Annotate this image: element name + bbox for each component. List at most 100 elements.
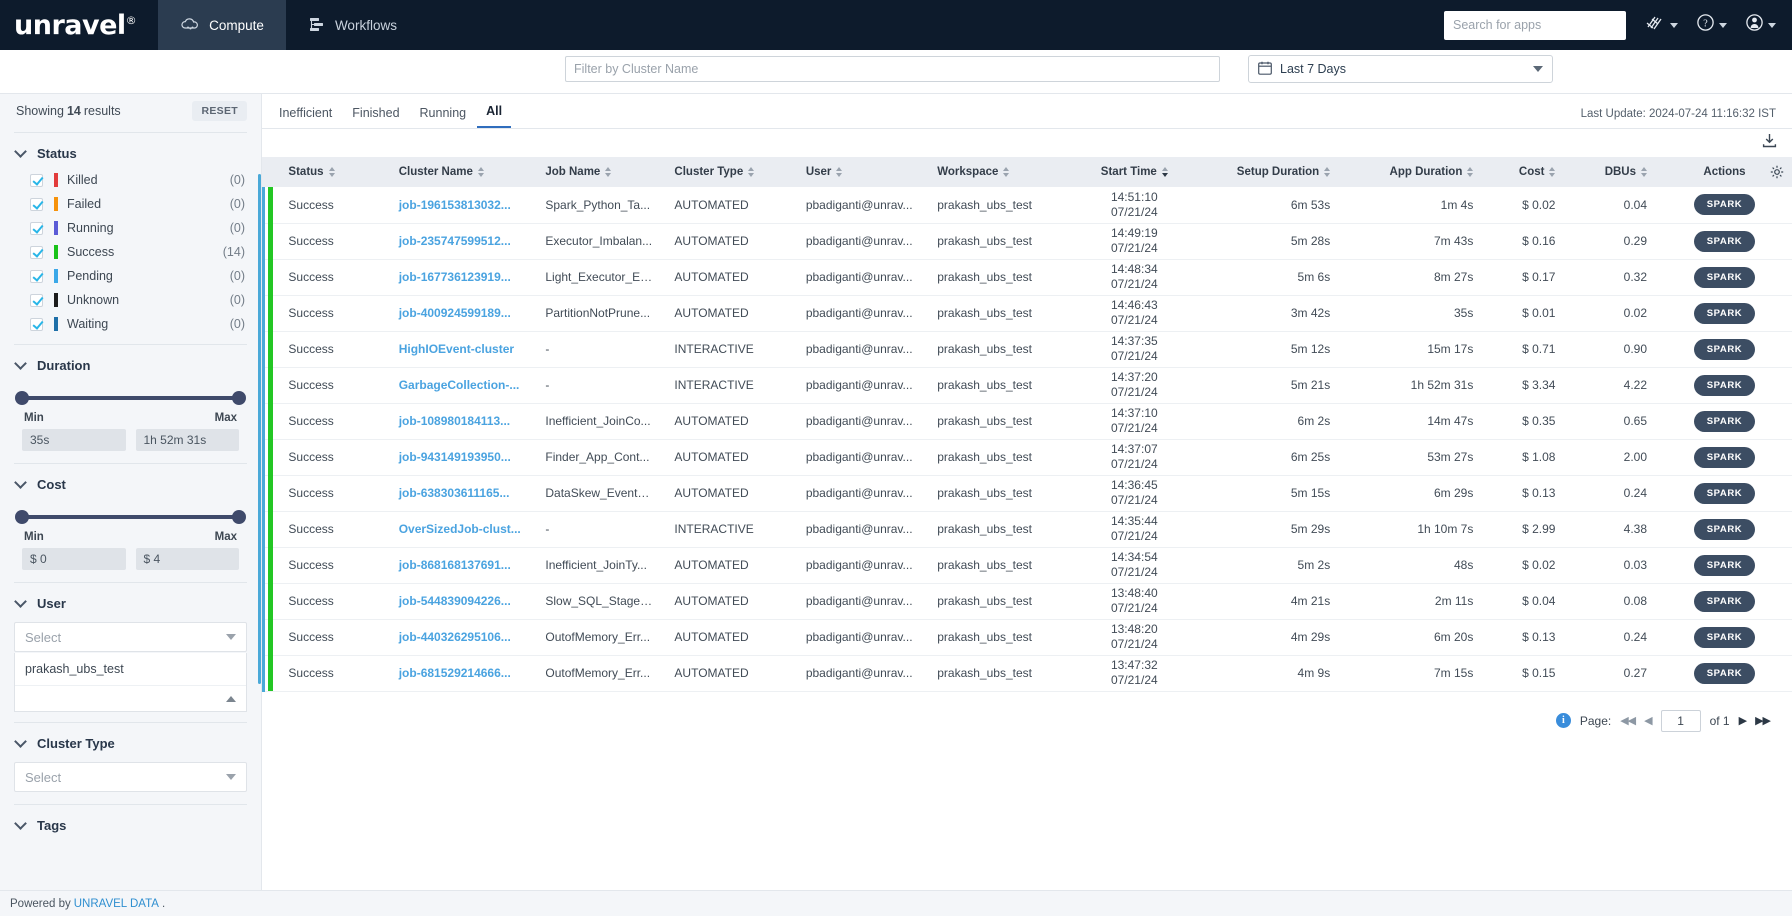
apps-menu-button[interactable] [1644, 14, 1678, 37]
cluster-name-link[interactable]: job-943149193950... [399, 450, 511, 464]
cluster-name-link[interactable]: job-868168137691... [399, 558, 511, 572]
cell-cluster-name[interactable]: OverSizedJob-clust... [388, 511, 536, 548]
table-row[interactable]: Success job-235747599512... Executor_Imbal… [262, 223, 1792, 260]
checkbox-icon[interactable] [30, 245, 43, 259]
brand-logo[interactable]: unravel® [0, 10, 158, 41]
tab-finished[interactable]: Finished [343, 106, 408, 128]
slider-knob-min[interactable] [15, 510, 29, 524]
spark-action-button[interactable]: SPARK [1693, 662, 1756, 684]
status-filter-waiting[interactable]: Waiting (0) [0, 312, 261, 336]
sort-icon[interactable] [1641, 167, 1647, 177]
checkbox-icon[interactable] [30, 221, 43, 235]
sort-icon[interactable] [836, 167, 843, 177]
cell-actions[interactable]: SPARK [1657, 331, 1792, 368]
spark-action-button[interactable]: SPARK [1693, 230, 1756, 252]
cell-cluster-name[interactable]: job-943149193950... [388, 439, 536, 476]
table-row[interactable]: Success job-440326295106... OutofMemory_Er… [262, 619, 1792, 656]
column-header-cluster-name[interactable]: Cluster Name [388, 157, 536, 187]
reset-filters-button[interactable]: RESET [192, 101, 247, 121]
duration-min-value[interactable]: 35s [22, 429, 126, 451]
sort-icon[interactable] [1324, 167, 1331, 177]
tab-running[interactable]: Running [411, 106, 476, 128]
cell-cluster-name[interactable]: job-108980184113... [388, 403, 536, 440]
search-input[interactable] [1453, 18, 1617, 32]
slider-knob-max[interactable] [232, 510, 246, 524]
cluster-type-select[interactable]: Select [14, 762, 247, 792]
cell-cluster-name[interactable]: job-235747599512... [388, 223, 536, 260]
column-header-job-name[interactable]: Job Name [535, 157, 665, 187]
nav-item-compute[interactable]: Compute [158, 0, 286, 50]
duration-range-slider[interactable]: Min Max 35s 1h 52m 31s [0, 380, 261, 451]
cluster-name-input[interactable] [574, 62, 1211, 76]
spark-action-button[interactable]: SPARK [1693, 626, 1756, 648]
cluster-name-link[interactable]: job-400924599189... [399, 306, 511, 320]
status-filter-pending[interactable]: Pending (0) [0, 264, 261, 288]
column-header-dbus[interactable]: DBUs [1565, 157, 1657, 187]
status-filter-success[interactable]: Success (14) [0, 240, 261, 264]
table-row[interactable]: Success GarbageCollection-... - INTERACTIVE… [262, 367, 1792, 404]
cell-actions[interactable]: SPARK [1657, 403, 1792, 440]
table-row[interactable]: Success HighIOEvent-cluster - INTERACTIVE pb… [262, 331, 1792, 368]
spark-action-button[interactable]: SPARK [1693, 554, 1756, 576]
gear-icon[interactable] [1770, 165, 1784, 182]
slider-knob-min[interactable] [15, 391, 29, 405]
table-row[interactable]: Success job-943149193950... Finder_App_Con… [262, 439, 1792, 476]
table-row[interactable]: Success OverSizedJob-clust... - INTERACTIVE… [262, 511, 1792, 548]
tab-inefficient[interactable]: Inefficient [270, 106, 341, 128]
table-row[interactable]: Success job-868168137691... Inefficient_Jo… [262, 547, 1792, 584]
cell-actions[interactable]: SPARK [1657, 511, 1792, 548]
cluster-name-link[interactable]: HighIOEvent-cluster [399, 342, 514, 356]
cluster-name-link[interactable]: job-440326295106... [399, 630, 511, 644]
status-filter-failed[interactable]: Failed (0) [0, 192, 261, 216]
cluster-name-link[interactable]: OverSizedJob-clust... [399, 522, 521, 536]
table-row[interactable]: Success job-108980184113... Inefficient_Jo… [262, 403, 1792, 440]
cell-cluster-name[interactable]: GarbageCollection-... [388, 367, 536, 404]
info-icon[interactable]: i [1555, 713, 1571, 728]
user-option-prakash-ubs-test[interactable]: prakash_ubs_test [15, 653, 246, 685]
sort-icon[interactable] [748, 167, 755, 177]
checkbox-icon[interactable] [30, 173, 43, 187]
cell-cluster-name[interactable]: job-400924599189... [388, 295, 536, 332]
spark-action-button[interactable]: SPARK [1693, 482, 1756, 504]
table-row[interactable]: Success job-196153813032... Spark_Python_T… [262, 187, 1792, 224]
sort-icon-active[interactable] [1161, 167, 1168, 177]
spark-action-button[interactable]: SPARK [1693, 374, 1756, 396]
tab-all[interactable]: All [477, 104, 512, 128]
cell-actions[interactable]: SPARK [1657, 619, 1792, 656]
cell-actions[interactable]: SPARK [1657, 583, 1792, 620]
cell-actions[interactable]: SPARK [1657, 187, 1792, 224]
user-account-button[interactable] [1745, 13, 1776, 37]
sort-icon[interactable] [1467, 167, 1474, 177]
slider-track[interactable] [15, 510, 246, 524]
sidebar-scrollbar[interactable] [258, 174, 261, 684]
cell-cluster-name[interactable]: job-868168137691... [388, 547, 536, 584]
cell-actions[interactable]: SPARK [1657, 547, 1792, 584]
spark-action-button[interactable]: SPARK [1693, 446, 1756, 468]
status-filter-unknown[interactable]: Unknown (0) [0, 288, 261, 312]
cluster-name-link[interactable]: job-235747599512... [399, 234, 511, 248]
filter-section-cost[interactable]: Cost [0, 468, 261, 499]
table-row[interactable]: Success job-167736123919... Light_Executor… [262, 259, 1792, 296]
cell-cluster-name[interactable]: HighIOEvent-cluster [388, 331, 536, 368]
cell-cluster-name[interactable]: job-638303611165... [388, 475, 536, 512]
cell-cluster-name[interactable]: job-681529214666... [388, 655, 536, 692]
sort-icon[interactable] [328, 167, 335, 177]
cell-cluster-name[interactable]: job-196153813032... [388, 187, 536, 224]
cluster-name-link[interactable]: job-196153813032... [399, 198, 511, 212]
spark-action-button[interactable]: SPARK [1693, 518, 1756, 540]
sort-icon[interactable] [477, 167, 484, 177]
cell-actions[interactable]: SPARK [1657, 259, 1792, 296]
cell-actions[interactable]: SPARK [1657, 367, 1792, 404]
sort-icon[interactable] [605, 167, 612, 177]
filter-section-cluster-type[interactable]: Cluster Type [0, 727, 261, 758]
column-header-user[interactable]: User [795, 157, 928, 187]
user-dropdown-collapse[interactable] [15, 685, 246, 711]
status-filter-killed[interactable]: Killed (0) [0, 168, 261, 192]
column-header-setup-duration[interactable]: Setup Duration [1195, 157, 1341, 187]
checkbox-icon[interactable] [30, 197, 43, 211]
table-row[interactable]: Success job-638303611165... DataSkew_Event… [262, 475, 1792, 512]
checkbox-icon[interactable] [30, 317, 43, 331]
user-select[interactable]: Select [14, 622, 247, 652]
table-row[interactable]: Success job-681529214666... OutofMemory_Er… [262, 655, 1792, 692]
cell-actions[interactable]: SPARK [1657, 475, 1792, 512]
